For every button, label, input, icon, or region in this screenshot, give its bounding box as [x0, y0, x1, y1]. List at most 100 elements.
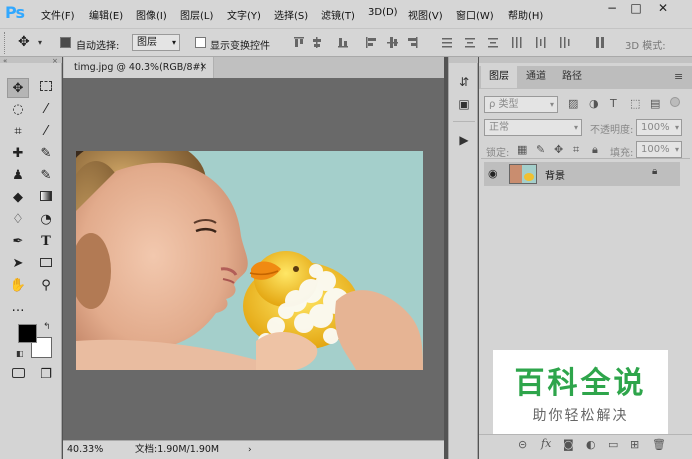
actions-play-icon[interactable]: ▶: [455, 133, 473, 147]
type-filter-icon[interactable]: T: [610, 97, 617, 110]
menu-3d[interactable]: 3D(D): [368, 7, 398, 18]
rectangle-tool-icon[interactable]: [35, 254, 57, 274]
watermark-logo: 百科全说 助你轻松解决: [493, 350, 668, 434]
chevron-down-icon: ▾: [674, 145, 679, 154]
pixel-filter-icon[interactable]: ▨: [568, 97, 578, 110]
screen-mode-icon[interactable]: ❐: [35, 365, 57, 385]
tab-channels[interactable]: 通道: [519, 66, 553, 88]
add-mask-icon[interactable]: ◙: [563, 438, 574, 451]
tab-paths[interactable]: 路径: [555, 66, 589, 88]
more-tools-icon[interactable]: …: [7, 298, 29, 318]
lock-image-icon[interactable]: ✎: [536, 143, 545, 156]
opacity-field[interactable]: 100% ▾: [636, 119, 682, 136]
strip-header: [449, 57, 478, 63]
eraser-tool-icon[interactable]: ◆: [7, 188, 29, 208]
move-tool-icon[interactable]: ✥: [18, 34, 30, 50]
menu-bar: Ps 文件(F) 编辑(E) 图像(I) 图层(L) 文字(Y) 选择(S) 滤…: [0, 0, 692, 28]
menu-image[interactable]: 图像(I): [136, 7, 167, 22]
zoom-tool-icon[interactable]: ⚲: [35, 276, 57, 296]
pen-tool-icon[interactable]: ✒: [7, 232, 29, 252]
gradient-tool-icon[interactable]: [35, 188, 57, 208]
fill-field[interactable]: 100% ▾: [636, 141, 682, 158]
auto-select-dropdown[interactable]: 图层 ▾: [132, 34, 180, 51]
layer-style-icon[interactable]: fx: [541, 437, 551, 450]
swap-colors-icon[interactable]: ↰: [43, 322, 51, 332]
visibility-eye-icon[interactable]: ◉: [488, 167, 498, 180]
hand-tool-icon[interactable]: ✋: [7, 276, 29, 296]
menu-edit[interactable]: 编辑(E): [89, 7, 123, 22]
path-selection-tool-icon[interactable]: ➤: [7, 254, 29, 274]
opacity-label: 不透明度:: [590, 125, 634, 136]
layer-name[interactable]: 背景: [545, 167, 565, 182]
fill-value: 100%: [641, 144, 670, 155]
adjustment-filter-icon[interactable]: ◑: [589, 97, 599, 110]
foreground-color-swatch-top[interactable]: [18, 324, 37, 343]
tab-layers[interactable]: 图层: [481, 66, 517, 88]
chevron-down-icon: ▾: [171, 38, 176, 47]
filter-toggle-icon[interactable]: [670, 97, 680, 107]
menu-type[interactable]: 文字(Y): [227, 7, 261, 22]
history-panel-icon[interactable]: ⇵: [455, 75, 473, 89]
status-menu-arrow-icon[interactable]: ›: [248, 441, 252, 459]
close-tab-icon[interactable]: ×: [199, 57, 207, 78]
menu-help[interactable]: 帮助(H): [508, 7, 543, 22]
menu-window[interactable]: 窗口(W): [456, 7, 494, 22]
shape-filter-icon[interactable]: ⬚: [630, 97, 640, 110]
layer-row[interactable]: ◉ 背景 🔒︎: [484, 162, 680, 186]
default-colors-icon[interactable]: ◧: [16, 349, 24, 358]
link-layers-icon[interactable]: ⊝: [518, 438, 527, 451]
move-tool-icon[interactable]: ✥: [7, 78, 29, 98]
maximize-button[interactable]: □: [625, 0, 647, 17]
blur-tool-icon[interactable]: ♢: [7, 210, 29, 230]
marquee-tool-icon[interactable]: [35, 78, 57, 98]
menu-view[interactable]: 视图(V): [408, 7, 443, 22]
new-layer-icon[interactable]: ⊞: [630, 438, 639, 451]
healing-brush-tool-icon[interactable]: ✚: [7, 144, 29, 164]
lock-artboard-icon[interactable]: ⌗: [573, 143, 579, 157]
eyedropper-tool-icon[interactable]: ⁄: [35, 122, 57, 142]
blend-mode-dropdown[interactable]: 正常 ▾: [484, 119, 582, 136]
lock-label: 锁定:: [486, 148, 510, 159]
crop-tool-icon[interactable]: ⌗: [7, 122, 29, 142]
history-brush-tool-icon[interactable]: ✎: [35, 166, 57, 186]
collapse-icon[interactable]: «: [3, 57, 7, 65]
quick-mask-icon[interactable]: [7, 365, 29, 385]
magic-wand-tool-icon[interactable]: ⁄: [35, 100, 57, 120]
close-panel-icon[interactable]: ×: [52, 57, 58, 65]
menu-layer[interactable]: 图层(L): [180, 7, 213, 22]
clone-stamp-tool-icon[interactable]: ♟: [7, 166, 29, 186]
zoom-level[interactable]: 40.33%: [67, 441, 103, 459]
options-bar: ✥ ▾ 自动选择: 图层 ▾ 显示变换控件 3D 模式:: [0, 28, 692, 57]
show-transform-checkbox[interactable]: [195, 37, 206, 48]
new-group-icon[interactable]: ▭: [608, 438, 618, 451]
dodge-tool-icon[interactable]: ◔: [35, 210, 57, 230]
chevron-down-icon: ▾: [674, 123, 679, 132]
smart-object-filter-icon[interactable]: ▤: [650, 97, 660, 110]
lock-position-icon[interactable]: ✥: [554, 143, 563, 156]
minimize-button[interactable]: −: [601, 0, 623, 17]
document-image[interactable]: [76, 151, 423, 370]
lock-transparent-icon[interactable]: ▦: [517, 143, 527, 156]
menu-file[interactable]: 文件(F): [41, 7, 75, 22]
delete-layer-icon[interactable]: 🗑︎: [652, 438, 666, 451]
align-distribute-icons[interactable]: [290, 33, 610, 53]
close-button[interactable]: ✕: [652, 0, 674, 17]
child-with-duck-illustration: [76, 151, 423, 370]
layer-filter-label: ρ 类型: [489, 99, 519, 110]
lasso-tool-icon[interactable]: ◌: [7, 100, 29, 120]
strip-divider: [453, 121, 475, 122]
status-bar: 40.33% 文档:1.90M/1.90M ›: [63, 440, 444, 459]
panel-menu-icon[interactable]: ≡: [674, 70, 683, 83]
lock-all-icon[interactable]: 🔒︎: [592, 143, 598, 157]
layer-filter-dropdown[interactable]: ρ 类型 ▾: [484, 96, 558, 113]
adjustment-layer-icon[interactable]: ◐: [586, 438, 596, 451]
tool-preset-dropdown-icon[interactable]: ▾: [38, 38, 42, 47]
type-tool-icon[interactable]: T: [35, 232, 57, 252]
auto-select-checkbox[interactable]: [60, 37, 71, 48]
document-tab[interactable]: timg.jpg @ 40.3%(RGB/8#) ×: [64, 57, 214, 78]
menu-select[interactable]: 选择(S): [274, 7, 308, 22]
properties-panel-icon[interactable]: ▣: [455, 97, 473, 111]
collapsed-panels-strip: ⇵ ▣ ▶: [448, 57, 478, 459]
brush-tool-icon[interactable]: ✎: [35, 144, 57, 164]
menu-filter[interactable]: 滤镜(T): [321, 7, 355, 22]
